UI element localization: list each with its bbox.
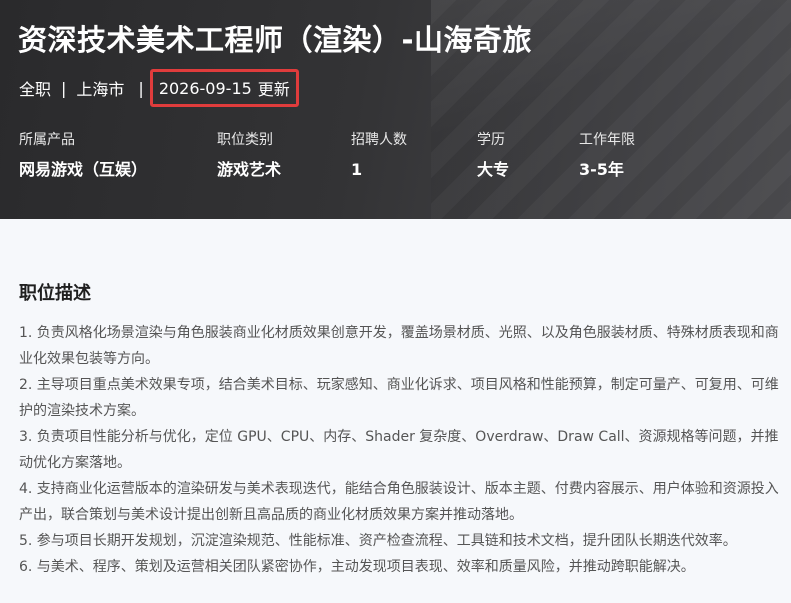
info-label: 工作年限 bbox=[579, 132, 635, 148]
info-product: 所属产品 网易游戏（互娱） bbox=[19, 130, 147, 182]
section-title-description: 职位描述 bbox=[19, 283, 91, 304]
description-item: 6. 与美术、程序、策划及运营相关团队紧密协作，主动发现项目表现、效率和质量风险… bbox=[19, 559, 695, 575]
info-category: 职位类别 游戏艺术 bbox=[217, 130, 281, 182]
description-item: 5. 参与项目长期开发规划，沉淀渲染规范、性能标准、资产检查流程、工具链和技术文… bbox=[19, 533, 737, 549]
job-city: 上海市 bbox=[76, 80, 125, 99]
update-time-highlight: 2026-09-15 更新 bbox=[149, 69, 299, 107]
info-value: 游戏艺术 bbox=[217, 160, 282, 179]
job-title: 资深技术美术工程师（渲染）-山海奇旅 bbox=[18, 23, 533, 57]
description-item: 1. 负责风格化场景渲染与角色服装商业化材质效果创意开发，覆盖场景材质、光照、以… bbox=[19, 325, 779, 367]
meta-separator: | bbox=[138, 78, 144, 98]
info-value: 大专 bbox=[477, 160, 510, 179]
description-item: 2. 主导项目重点美术效果专项，结合美术目标、玩家感知、商业化诉求、项目风格和性… bbox=[19, 377, 779, 419]
info-education: 学历 大专 bbox=[477, 130, 509, 182]
job-description-list: 1. 负责风格化场景渲染与角色服装商业化材质效果创意开发，覆盖场景材质、光照、以… bbox=[19, 320, 779, 580]
update-label: 更新 bbox=[257, 80, 290, 99]
info-experience: 工作年限 3-5年 bbox=[579, 130, 635, 182]
info-label: 招聘人数 bbox=[351, 132, 407, 148]
info-value: 1 bbox=[351, 160, 363, 179]
meta-separator: | bbox=[61, 78, 67, 98]
info-value: 3-5年 bbox=[579, 160, 624, 179]
info-label: 职位类别 bbox=[217, 132, 273, 148]
info-value: 网易游戏（互娱） bbox=[19, 160, 148, 179]
update-date: 2026-09-15 bbox=[158, 78, 252, 98]
info-headcount: 招聘人数 1 bbox=[351, 130, 407, 182]
info-label: 所属产品 bbox=[19, 132, 75, 148]
info-label: 学历 bbox=[477, 132, 505, 148]
job-type: 全职 bbox=[19, 80, 52, 99]
description-item: 3. 负责项目性能分析与优化，定位 GPU、CPU、内存、Shader 复杂度、… bbox=[19, 429, 779, 471]
job-meta: 全职 | 上海市 | 2026-09-15 更新 bbox=[19, 69, 299, 107]
description-item: 4. 支持商业化运营版本的渲染研发与美术表现迭代，能结合角色服装设计、版本主题、… bbox=[19, 481, 779, 523]
job-header: 资深技术美术工程师（渲染）-山海奇旅 全职 | 上海市 | 2026-09-15… bbox=[0, 0, 791, 219]
